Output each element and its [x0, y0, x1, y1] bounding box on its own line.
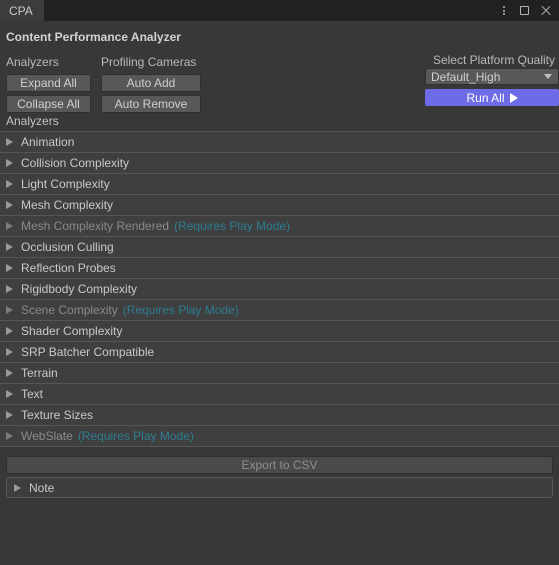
chevron-right-icon: [14, 483, 21, 492]
analyzer-row[interactable]: Text: [0, 384, 559, 405]
analyzer-row[interactable]: Texture Sizes: [0, 405, 559, 426]
window-tab-bar: CPA: [0, 0, 559, 21]
analyzers-section-label: Analyzers: [6, 113, 59, 128]
tab-cpa-label: CPA: [9, 3, 33, 18]
analyzer-row-label: Terrain: [21, 366, 58, 380]
page-title: Content Performance Analyzer: [6, 30, 181, 44]
analyzer-row-label: Text: [21, 387, 44, 401]
collapse-all-button[interactable]: Collapse All: [6, 95, 91, 113]
analyzer-row[interactable]: Terrain: [0, 363, 559, 384]
chevron-down-icon: [544, 74, 552, 79]
run-all-label: Run All: [466, 90, 505, 105]
analyzer-row[interactable]: Collision Complexity: [0, 153, 559, 174]
analyzer-row-label: WebSlate: [21, 429, 73, 443]
analyzer-row[interactable]: Scene Complexity (Requires Play Mode): [0, 300, 559, 321]
analyzer-row-label: Rigidbody Complexity: [21, 282, 138, 296]
window-controls: [497, 0, 559, 21]
maximize-icon[interactable]: [520, 6, 529, 15]
chevron-right-icon: [6, 201, 13, 209]
chevron-right-icon: [6, 369, 13, 377]
auto-add-button[interactable]: Auto Add: [101, 74, 201, 92]
analyzer-row-label: Reflection Probes: [21, 261, 116, 275]
analyzer-row-label: Light Complexity: [21, 177, 110, 191]
tab-cpa[interactable]: CPA: [0, 0, 44, 21]
analyzer-row-label: Mesh Complexity Rendered: [21, 219, 170, 233]
analyzer-row-label: Animation: [21, 135, 75, 149]
chevron-right-icon: [6, 285, 13, 293]
play-mode-hint: (Requires Play Mode): [77, 429, 194, 443]
chevron-right-icon: [6, 222, 13, 230]
tab-bar-filler: [44, 0, 497, 21]
analyzer-row[interactable]: Mesh Complexity: [0, 195, 559, 216]
run-all-button[interactable]: Run All: [425, 89, 559, 106]
platform-quality-dropdown[interactable]: Default_High: [425, 68, 559, 85]
auto-remove-button[interactable]: Auto Remove: [101, 95, 201, 113]
analyzer-row[interactable]: Occlusion Culling: [0, 237, 559, 258]
note-label: Note: [29, 480, 55, 495]
analyzer-row-label: Occlusion Culling: [21, 240, 114, 254]
chevron-right-icon: [6, 138, 13, 146]
analyzer-row-label: Scene Complexity: [21, 303, 118, 317]
platform-quality-label: Select Platform Quality: [432, 53, 555, 67]
close-icon[interactable]: [539, 4, 552, 17]
chevron-right-icon: [6, 390, 13, 398]
chevron-right-icon: [6, 180, 13, 188]
play-mode-hint: (Requires Play Mode): [122, 303, 239, 317]
chevron-right-icon: [6, 432, 13, 440]
export-to-csv-button[interactable]: Export to CSV: [6, 456, 553, 474]
export-to-csv-label: Export to CSV: [241, 458, 318, 472]
play-icon: [509, 92, 518, 103]
analyzer-row-label: SRP Batcher Compatible: [21, 345, 155, 359]
analyzers-column-label: Analyzers: [6, 55, 59, 69]
chevron-right-icon: [6, 306, 13, 314]
analyzer-row[interactable]: WebSlate (Requires Play Mode): [0, 426, 559, 447]
expand-all-button[interactable]: Expand All: [6, 74, 91, 92]
platform-quality-value: Default_High: [431, 69, 501, 84]
analyzer-row[interactable]: Mesh Complexity Rendered (Requires Play M…: [0, 216, 559, 237]
analyzer-row-label: Collision Complexity: [21, 156, 130, 170]
toolbar: Analyzers Profiling Cameras Expand All C…: [0, 44, 559, 113]
profiling-cameras-column-label: Profiling Cameras: [101, 55, 197, 69]
analyzer-row-label: Mesh Complexity: [21, 198, 114, 212]
analyzer-row[interactable]: Shader Complexity: [0, 321, 559, 342]
chevron-right-icon: [6, 243, 13, 251]
chevron-right-icon: [6, 264, 13, 272]
chevron-right-icon: [6, 411, 13, 419]
analyzer-window: Content Performance Analyzer Analyzers P…: [0, 21, 559, 565]
analyzers-section-header: Analyzers: [0, 110, 559, 132]
analyzer-row[interactable]: Light Complexity: [0, 174, 559, 195]
chevron-right-icon: [6, 159, 13, 167]
analyzer-row[interactable]: Animation: [0, 132, 559, 153]
chevron-right-icon: [6, 348, 13, 356]
analyzer-row[interactable]: Rigidbody Complexity: [0, 279, 559, 300]
analyzer-row-label: Shader Complexity: [21, 324, 123, 338]
play-mode-hint: (Requires Play Mode): [174, 219, 291, 233]
analyzer-list: Animation Collision Complexity Light Compl…: [0, 132, 559, 447]
analyzer-row-label: Texture Sizes: [21, 408, 94, 422]
footer: Export to CSV Note: [0, 447, 559, 498]
analyzer-row[interactable]: SRP Batcher Compatible: [0, 342, 559, 363]
analyzer-row[interactable]: Reflection Probes: [0, 258, 559, 279]
chevron-right-icon: [6, 327, 13, 335]
kebab-menu-icon[interactable]: [497, 4, 510, 17]
note-foldout[interactable]: Note: [6, 477, 553, 498]
